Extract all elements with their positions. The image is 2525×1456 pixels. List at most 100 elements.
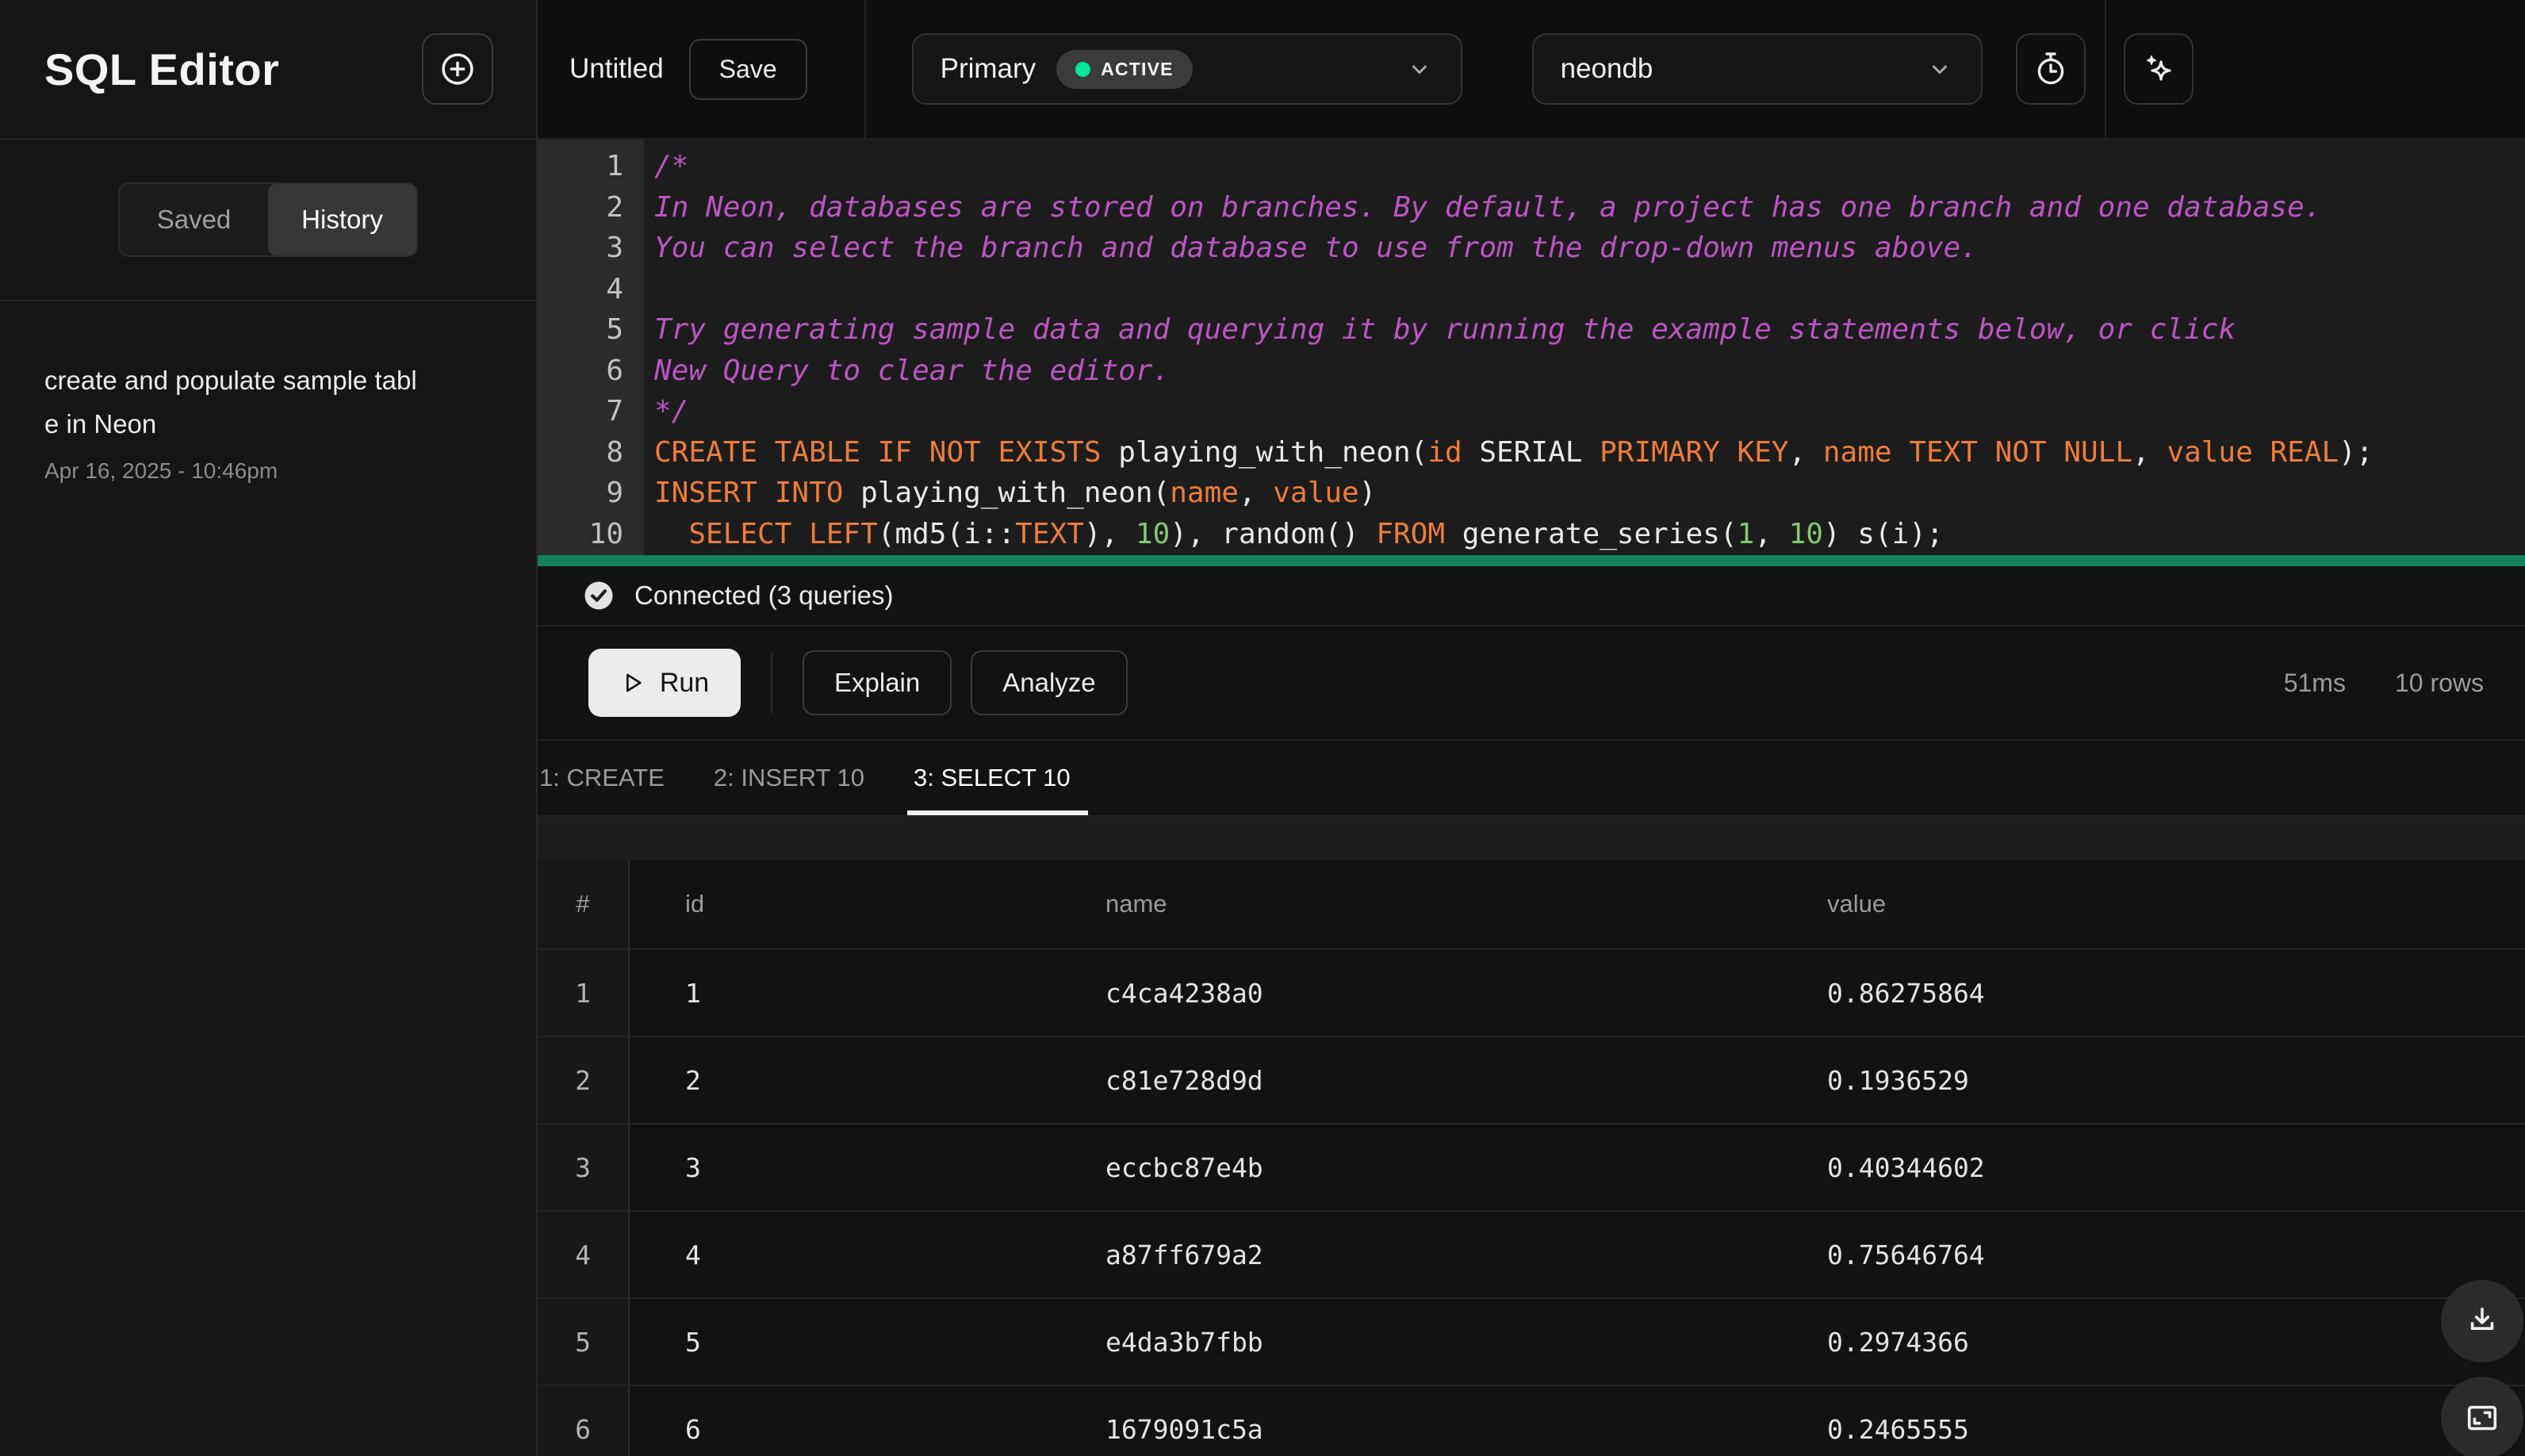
row-number-cell: 1 bbox=[538, 950, 630, 1036]
code-line[interactable]: In Neon, databases are stored on branche… bbox=[654, 187, 2525, 228]
tab-history[interactable]: History bbox=[268, 184, 416, 255]
table-cell: 0.75646764 bbox=[1827, 1239, 1985, 1270]
result-tab[interactable]: 3: SELECT 10 bbox=[907, 741, 1088, 815]
table-cell: 1679091c5a bbox=[1105, 1413, 1263, 1445]
code-line[interactable]: */ bbox=[654, 391, 2525, 432]
code-line[interactable]: CREATE TABLE IF NOT EXISTS playing_with_… bbox=[654, 432, 2525, 473]
table-cell: e4da3b7fbb bbox=[1105, 1326, 1263, 1358]
table-cell: 0.2974366 bbox=[1827, 1326, 1969, 1358]
expand-icon bbox=[2464, 1400, 2500, 1436]
connection-status-row: Connected (3 queries) bbox=[538, 566, 2525, 626]
table-row[interactable]: 3 3 eccbc87e4b 0.40344602 bbox=[538, 1123, 2525, 1210]
query-history-timer-button[interactable] bbox=[2015, 33, 2086, 105]
analyze-button[interactable]: Analyze bbox=[971, 650, 1128, 715]
save-button[interactable]: Save bbox=[688, 38, 807, 100]
badge-label: ACTIVE bbox=[1101, 58, 1174, 79]
code-line[interactable]: INSERT INTO playing_with_neon(name, valu… bbox=[654, 473, 2525, 514]
circle-plus-icon bbox=[438, 49, 477, 89]
table-row[interactable]: 4 4 a87ff679a2 0.75646764 bbox=[538, 1210, 2525, 1297]
column-header: value bbox=[1827, 890, 1887, 918]
branch-name: Primary bbox=[940, 53, 1036, 84]
download-results-button[interactable] bbox=[2441, 1280, 2523, 1362]
sidebar: SQL Editor Saved History create and popu… bbox=[0, 0, 538, 1456]
row-number-cell: 5 bbox=[538, 1299, 630, 1385]
table-cell: 2 bbox=[685, 1064, 701, 1096]
actions-divider bbox=[771, 653, 772, 713]
code-line[interactable]: /* bbox=[654, 146, 2525, 187]
history-item[interactable]: create and populate sample table in Neon… bbox=[44, 358, 492, 484]
database-selector[interactable]: neondb bbox=[1531, 33, 1983, 105]
editor-toolbar: Untitled Save Primary ACTIVE neondb bbox=[538, 0, 2525, 140]
line-number: 9 bbox=[606, 477, 623, 509]
table-cell: eccbc87e4b bbox=[1105, 1151, 1263, 1183]
ai-assist-button[interactable] bbox=[2123, 33, 2194, 105]
results-panel: # id name value 1 1 c4ca4238a0 0.86275864 2 2 c81… bbox=[538, 817, 2525, 1456]
row-number-cell: 6 bbox=[538, 1386, 630, 1456]
editor-gutter: 1 2 3 4 5 6 7 8 9 10 bbox=[538, 140, 644, 555]
history-list: create and populate sample table in Neon… bbox=[0, 301, 536, 541]
sparkles-icon bbox=[2140, 50, 2178, 88]
play-icon bbox=[620, 670, 646, 695]
explain-button[interactable]: Explain bbox=[803, 650, 952, 715]
code-line[interactable]: New Query to clear the editor. bbox=[654, 351, 2525, 392]
table-cell: 0.1936529 bbox=[1827, 1064, 1969, 1096]
line-number: 1 bbox=[606, 150, 623, 182]
result-tab[interactable]: 1: CREATE bbox=[538, 741, 666, 815]
line-number: 6 bbox=[606, 354, 623, 387]
expand-results-button[interactable] bbox=[2441, 1377, 2523, 1456]
run-button[interactable]: Run bbox=[588, 649, 741, 717]
column-header: # bbox=[538, 860, 630, 948]
code-line[interactable]: Try generating sample data and querying … bbox=[654, 309, 2525, 351]
stopwatch-icon bbox=[2032, 50, 2070, 88]
code-editor[interactable]: 1 2 3 4 5 6 7 8 9 10 /* In Neon, databases are sto… bbox=[538, 140, 2525, 555]
line-number: 5 bbox=[606, 313, 623, 346]
chevron-down-icon bbox=[1405, 55, 1434, 83]
connection-status-text: Connected (3 queries) bbox=[634, 580, 894, 610]
table-row[interactable]: 1 1 c4ca4238a0 0.86275864 bbox=[538, 948, 2525, 1036]
sidebar-tabs-row: Saved History bbox=[0, 140, 536, 301]
table-cell: 0.2465555 bbox=[1827, 1413, 1969, 1445]
line-number: 8 bbox=[606, 435, 623, 469]
row-number-cell: 4 bbox=[538, 1212, 630, 1297]
line-number: 4 bbox=[606, 272, 623, 305]
query-duration: 51ms bbox=[2283, 668, 2346, 697]
table-cell: 4 bbox=[685, 1239, 701, 1270]
database-name: neondb bbox=[1560, 53, 1653, 84]
branch-status-badge: ACTIVE bbox=[1056, 49, 1193, 89]
new-query-button[interactable] bbox=[422, 33, 493, 105]
table-cell: 1 bbox=[685, 977, 701, 1009]
result-tabs: 1: CREATE 2: INSERT 10 3: SELECT 10 bbox=[538, 741, 2525, 817]
tab-saved[interactable]: Saved bbox=[120, 184, 268, 255]
table-cell: a87ff679a2 bbox=[1105, 1239, 1263, 1270]
code-line[interactable] bbox=[654, 269, 2525, 310]
table-cell: 6 bbox=[685, 1413, 701, 1445]
table-cell: 3 bbox=[685, 1151, 701, 1183]
page-title: SQL Editor bbox=[44, 44, 280, 94]
editor-success-bar bbox=[538, 555, 2525, 566]
table-row[interactable]: 6 6 1679091c5a 0.2465555 bbox=[538, 1385, 2525, 1456]
column-header: id bbox=[685, 890, 705, 918]
code-line[interactable]: SELECT LEFT(md5(i::TEXT), 10), random() … bbox=[654, 514, 2525, 555]
sidebar-header: SQL Editor bbox=[0, 0, 536, 140]
query-name[interactable]: Untitled bbox=[569, 53, 664, 85]
history-item-date: Apr 16, 2025 - 10:46pm bbox=[44, 458, 278, 483]
table-row[interactable]: 5 5 e4da3b7fbb 0.2974366 bbox=[538, 1297, 2525, 1385]
download-icon bbox=[2464, 1303, 2500, 1339]
code-line[interactable]: You can select the branch and database t… bbox=[654, 228, 2525, 269]
query-metrics: 51ms 10 rows bbox=[2284, 669, 2484, 698]
line-number: 7 bbox=[606, 395, 623, 427]
query-actions-row: Run Explain Analyze 51ms 10 rows bbox=[538, 626, 2525, 741]
saved-history-toggle: Saved History bbox=[118, 182, 418, 257]
line-number: 2 bbox=[606, 190, 623, 224]
branch-selector[interactable]: Primary ACTIVE bbox=[911, 33, 1462, 105]
results-table: # id name value 1 1 c4ca4238a0 0.86275864 2 2 c81… bbox=[538, 860, 2525, 1456]
history-item-title: create and populate sample table in Neon bbox=[44, 366, 417, 439]
row-number-cell: 2 bbox=[538, 1037, 630, 1123]
line-number: 3 bbox=[606, 232, 623, 264]
table-cell: 5 bbox=[685, 1326, 701, 1358]
run-label: Run bbox=[659, 667, 710, 698]
result-tab[interactable]: 2: INSERT 10 bbox=[712, 741, 866, 815]
editor-code[interactable]: /* In Neon, databases are stored on branc… bbox=[644, 140, 2525, 555]
table-header-row: # id name value bbox=[538, 860, 2525, 948]
table-row[interactable]: 2 2 c81e728d9d 0.1936529 bbox=[538, 1036, 2525, 1123]
